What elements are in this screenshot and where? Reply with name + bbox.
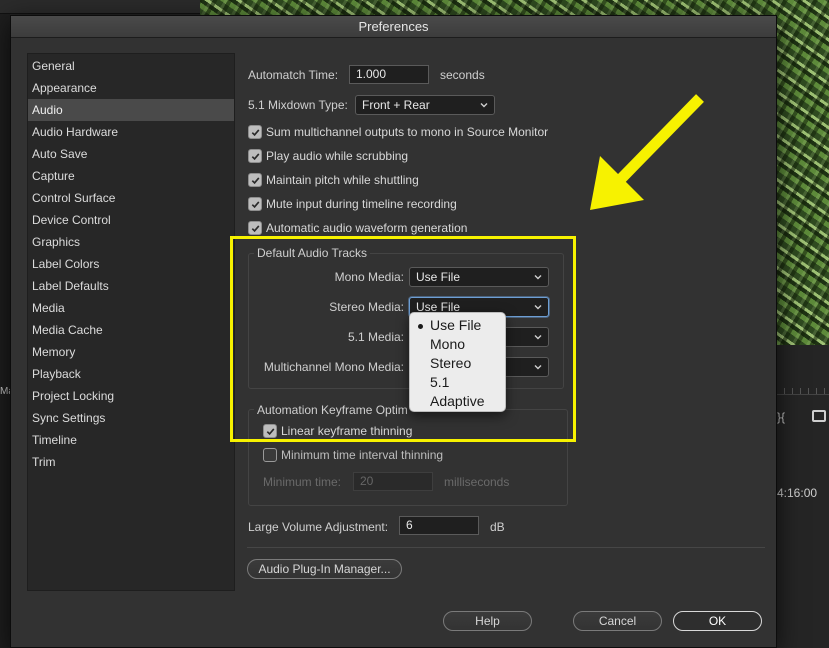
sidebar-item-general[interactable]: General — [28, 55, 234, 77]
highlight-box — [230, 236, 576, 442]
option-label: Use File — [430, 317, 482, 333]
waveform-generation-checkbox[interactable]: Automatic audio waveform generation — [248, 220, 467, 236]
automatch-time-unit: seconds — [440, 68, 485, 82]
sidebar-item-trim[interactable]: Trim — [28, 451, 234, 473]
checkbox-checked-icon — [248, 173, 262, 187]
checkbox-label: Mute input during timeline recording — [266, 197, 457, 211]
chevron-down-icon — [480, 103, 488, 108]
sidebar-item-playback[interactable]: Playback — [28, 363, 234, 385]
sidebar-item-project-locking[interactable]: Project Locking — [28, 385, 234, 407]
timeline-ruler — [776, 375, 829, 395]
sidebar-item-media-cache[interactable]: Media Cache — [28, 319, 234, 341]
stereo-media-dropdown-menu: Use File Mono Stereo 5.1 Adaptive — [409, 312, 506, 412]
selected-bullet-icon — [418, 324, 423, 329]
mute-input-checkbox[interactable]: Mute input during timeline recording — [248, 196, 457, 212]
sidebar-item-device-control[interactable]: Device Control — [28, 209, 234, 231]
preferences-sidebar: General Appearance Audio Audio Hardware … — [27, 53, 235, 591]
sidebar-item-timeline[interactable]: Timeline — [28, 429, 234, 451]
checkbox-label: Play audio while scrubbing — [266, 149, 409, 163]
minimum-time-unit: milliseconds — [444, 475, 510, 489]
dropdown-option-stereo[interactable]: Stereo — [410, 354, 507, 373]
sidebar-item-media[interactable]: Media — [28, 297, 234, 319]
sidebar-item-appearance[interactable]: Appearance — [28, 77, 234, 99]
sidebar-item-auto-save[interactable]: Auto Save — [28, 143, 234, 165]
mixdown-type-select[interactable]: Front + Rear — [355, 95, 495, 115]
checkbox-checked-icon — [248, 221, 262, 235]
sidebar-item-label-colors[interactable]: Label Colors — [28, 253, 234, 275]
dropdown-option-mono[interactable]: Mono — [410, 335, 507, 354]
app-left-strip — [0, 14, 10, 648]
large-volume-label: Large Volume Adjustment: — [248, 520, 389, 534]
checkbox-unchecked-icon — [263, 448, 277, 462]
checkbox-checked-icon — [248, 197, 262, 211]
checkbox-label: Automatic audio waveform generation — [266, 221, 468, 235]
divider — [247, 547, 765, 548]
dialog-title: Preferences — [11, 16, 776, 38]
minimum-interval-thinning-checkbox[interactable]: Minimum time interval thinning — [263, 447, 443, 463]
mixdown-type-value: Front + Rear — [362, 98, 430, 112]
sidebar-item-capture[interactable]: Capture — [28, 165, 234, 187]
mixdown-type-label: 5.1 Mixdown Type: — [248, 98, 348, 112]
minimum-time-label: Minimum time: — [263, 475, 342, 489]
yellow-arrow-icon — [590, 94, 704, 210]
large-volume-unit: dB — [490, 520, 505, 534]
maintain-pitch-checkbox[interactable]: Maintain pitch while shuttling — [248, 172, 419, 188]
help-button[interactable]: Help — [443, 611, 532, 631]
dropdown-option-5-1[interactable]: 5.1 — [410, 373, 507, 392]
audio-plugin-manager-button[interactable]: Audio Plug-In Manager... — [247, 559, 402, 579]
sidebar-item-sync-settings[interactable]: Sync Settings — [28, 407, 234, 429]
dropdown-option-adaptive[interactable]: Adaptive — [410, 392, 507, 411]
timeline-timecode: 4:16:00 — [777, 486, 818, 500]
trim-icon: }{ — [777, 410, 786, 424]
sidebar-item-audio[interactable]: Audio — [28, 99, 234, 121]
app-top-bar — [0, 0, 200, 14]
sidebar-item-label-defaults[interactable]: Label Defaults — [28, 275, 234, 297]
play-audio-scrubbing-checkbox[interactable]: Play audio while scrubbing — [248, 148, 408, 164]
ok-button[interactable]: OK — [673, 611, 762, 631]
checkbox-label: Minimum time interval thinning — [281, 448, 444, 462]
checkbox-label: Maintain pitch while shuttling — [266, 173, 419, 187]
sum-multichannel-checkbox[interactable]: Sum multichannel outputs to mono in Sour… — [248, 124, 548, 140]
automatch-time-input[interactable]: 1.000 — [349, 65, 429, 84]
sidebar-item-control-surface[interactable]: Control Surface — [28, 187, 234, 209]
sidebar-item-graphics[interactable]: Graphics — [28, 231, 234, 253]
cancel-button[interactable]: Cancel — [573, 611, 662, 631]
checkbox-checked-icon — [248, 149, 262, 163]
export-frame-icon — [812, 410, 826, 422]
checkbox-checked-icon — [248, 125, 262, 139]
automatch-time-label: Automatch Time: — [248, 68, 339, 82]
sidebar-item-audio-hardware[interactable]: Audio Hardware — [28, 121, 234, 143]
checkbox-label: Sum multichannel outputs to mono in Sour… — [266, 125, 549, 139]
minimum-time-input[interactable]: 20 — [353, 472, 433, 491]
sidebar-item-memory[interactable]: Memory — [28, 341, 234, 363]
large-volume-input[interactable]: 6 — [399, 516, 479, 535]
dropdown-option-use-file[interactable]: Use File — [410, 316, 507, 335]
